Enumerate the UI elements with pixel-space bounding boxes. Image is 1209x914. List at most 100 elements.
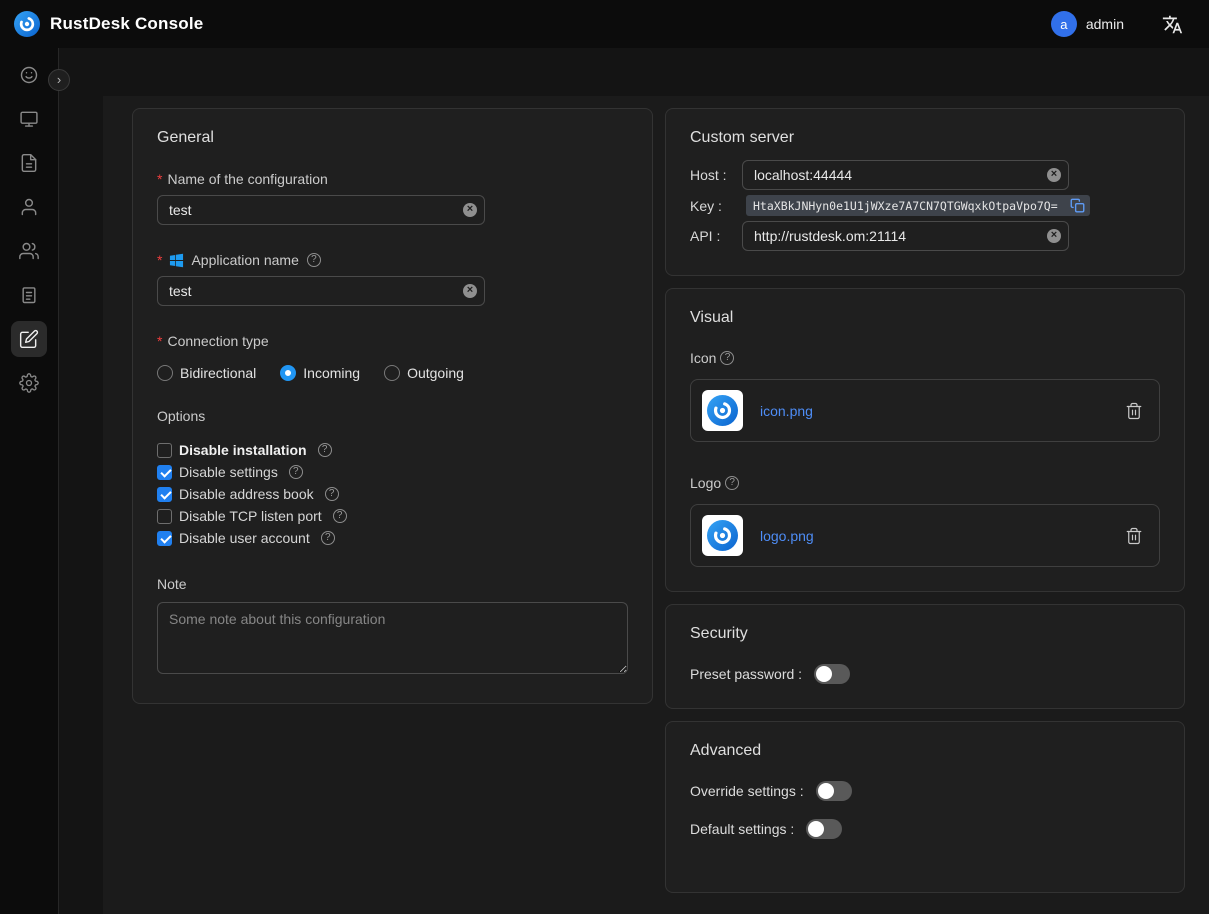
host-input[interactable]: [742, 160, 1069, 190]
help-icon[interactable]: ?: [333, 509, 347, 523]
checkbox-disable-address-book[interactable]: Disable address book ?: [157, 483, 628, 505]
clear-icon[interactable]: ×: [1047, 229, 1061, 243]
help-icon[interactable]: ?: [321, 531, 335, 545]
help-icon[interactable]: ?: [725, 476, 739, 490]
radio-label: Outgoing: [407, 365, 464, 381]
checkbox[interactable]: [157, 509, 172, 524]
logbook-icon: [19, 285, 39, 305]
preset-password-toggle[interactable]: [814, 664, 850, 684]
help-icon[interactable]: ?: [318, 443, 332, 457]
key-value-box: HtaXBkJNHyn0e1U1jWXze7A7CN7QTGWqxkOtpaVp…: [746, 195, 1090, 216]
sidebar-item-custom-clients[interactable]: [11, 321, 47, 357]
radio-circle[interactable]: [157, 365, 173, 381]
icon-file-link[interactable]: icon.png: [760, 403, 813, 419]
chevron-right-icon: ›: [57, 73, 61, 86]
radio-circle[interactable]: [280, 365, 296, 381]
note-label: Note: [157, 576, 628, 592]
radio-circle[interactable]: [384, 365, 400, 381]
key-row: Key : HtaXBkJNHyn0e1U1jWXze7A7CN7QTGWqxk…: [690, 195, 1160, 216]
preset-password-label: Preset password :: [690, 666, 802, 682]
rustdesk-logo-icon: [14, 11, 40, 37]
checkbox-disable-tcp-listen-port[interactable]: Disable TCP listen port ?: [157, 505, 628, 527]
options-list: Disable installation ? Disable settings …: [157, 439, 628, 549]
config-name-label: * Name of the configuration: [157, 171, 628, 187]
help-icon[interactable]: ?: [307, 253, 321, 267]
user-name[interactable]: admin: [1086, 16, 1124, 32]
override-settings-row: Override settings :: [690, 781, 1160, 801]
override-settings-label: Override settings :: [690, 783, 804, 799]
clear-icon[interactable]: ×: [463, 284, 477, 298]
override-settings-toggle[interactable]: [816, 781, 852, 801]
default-settings-toggle[interactable]: [806, 819, 842, 839]
checkbox[interactable]: [157, 465, 172, 480]
api-label: API :: [690, 228, 742, 244]
checkbox-disable-installation[interactable]: Disable installation ?: [157, 439, 628, 461]
sidebar-item-settings[interactable]: [11, 365, 47, 401]
visual-card: Visual Icon ? icon.png: [665, 288, 1185, 592]
sidebar-item-groups[interactable]: [11, 233, 47, 269]
translate-icon[interactable]: [1162, 14, 1183, 35]
custom-server-title: Custom server: [690, 129, 1160, 147]
toggle-knob: [816, 666, 832, 682]
clear-icon[interactable]: ×: [463, 203, 477, 217]
security-card: Security Preset password :: [665, 604, 1185, 709]
preset-password-row: Preset password :: [690, 664, 1160, 684]
note-textarea[interactable]: [157, 602, 628, 674]
radio-incoming[interactable]: Incoming: [280, 365, 360, 381]
help-icon[interactable]: ?: [289, 465, 303, 479]
connection-type-group: Bidirectional Incoming Outgoing: [157, 365, 628, 381]
host-label: Host :: [690, 167, 742, 183]
options-label-text: Options: [157, 408, 205, 424]
monitor-icon: [19, 109, 39, 129]
checkbox-label: Disable installation: [179, 442, 307, 458]
help-icon[interactable]: ?: [325, 487, 339, 501]
general-card-title: General: [157, 129, 628, 147]
trash-icon[interactable]: [1125, 527, 1143, 545]
note-label-text: Note: [157, 576, 187, 592]
logo-file-link[interactable]: logo.png: [760, 528, 814, 544]
options-label: Options: [157, 408, 628, 424]
checkbox-disable-user-account[interactable]: Disable user account ?: [157, 527, 628, 549]
sidebar-item-devices[interactable]: [11, 101, 47, 137]
radio-outgoing[interactable]: Outgoing: [384, 365, 464, 381]
windows-icon: [169, 253, 184, 268]
host-row: Host : ×: [690, 160, 1160, 190]
copy-icon[interactable]: [1070, 198, 1085, 213]
sidebar-item-users[interactable]: [11, 189, 47, 225]
gear-icon: [19, 373, 39, 393]
rustdesk-logo-icon: [707, 395, 738, 426]
document-icon: [19, 153, 39, 173]
sidebar-item-overview[interactable]: [11, 57, 47, 93]
config-name-input-wrap: ×: [157, 195, 485, 225]
logo-file-thumbnail: [702, 515, 743, 556]
sidebar-item-logs[interactable]: [11, 277, 47, 313]
checkbox-disable-settings[interactable]: Disable settings ?: [157, 461, 628, 483]
security-card-title: Security: [690, 625, 1160, 643]
app-title: RustDesk Console: [50, 14, 203, 34]
config-name-label-text: Name of the configuration: [167, 171, 327, 187]
config-name-input[interactable]: [157, 195, 485, 225]
advanced-card-title: Advanced: [690, 742, 1160, 760]
radio-label: Incoming: [303, 365, 360, 381]
checkbox[interactable]: [157, 443, 172, 458]
help-icon[interactable]: ?: [720, 351, 734, 365]
icon-file-box: icon.png: [690, 379, 1160, 442]
logo-label-text: Logo: [690, 475, 721, 491]
sidebar-item-audit[interactable]: [11, 145, 47, 181]
radio-bidirectional[interactable]: Bidirectional: [157, 365, 256, 381]
user-avatar[interactable]: a: [1051, 11, 1077, 37]
logo-file-box: logo.png: [690, 504, 1160, 567]
smiley-icon: [19, 65, 39, 85]
api-input[interactable]: [742, 221, 1069, 251]
host-input-wrap: ×: [742, 160, 1069, 190]
sidebar-expand-button[interactable]: ›: [48, 69, 70, 91]
required-asterisk: *: [157, 333, 162, 349]
checkbox[interactable]: [157, 487, 172, 502]
key-value: HtaXBkJNHyn0e1U1jWXze7A7CN7QTGWqxkOtpaVp…: [753, 199, 1066, 213]
app-name-input[interactable]: [157, 276, 485, 306]
toggle-knob: [818, 783, 834, 799]
checkbox[interactable]: [157, 531, 172, 546]
api-row: API : ×: [690, 221, 1160, 251]
clear-icon[interactable]: ×: [1047, 168, 1061, 182]
trash-icon[interactable]: [1125, 402, 1143, 420]
